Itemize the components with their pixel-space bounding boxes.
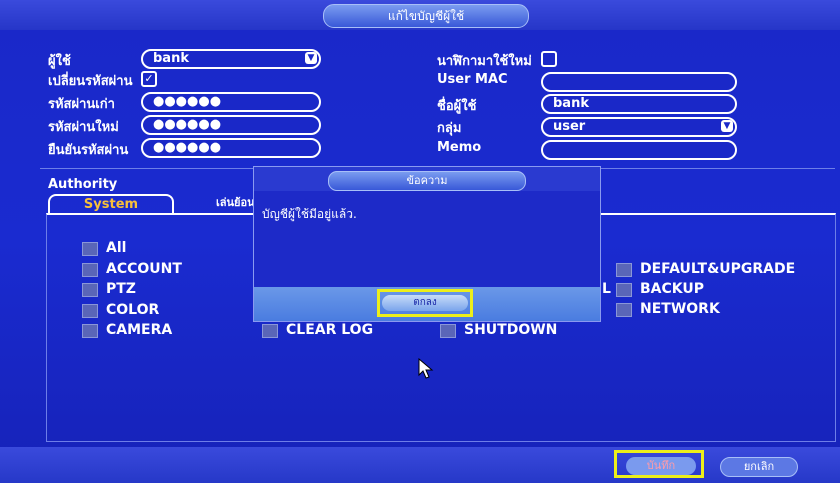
- group-label: กลุ่ม: [437, 121, 462, 136]
- reuse-checkbox[interactable]: [541, 51, 557, 67]
- memo-field[interactable]: [541, 140, 737, 160]
- user-select-value: bank: [153, 51, 189, 66]
- old-password-label: รหัสผ่านเก่า: [48, 97, 115, 112]
- tab-system[interactable]: System: [48, 194, 174, 214]
- user-mac-label: User MAC: [437, 72, 508, 87]
- authority-heading: Authority: [48, 177, 118, 192]
- message-dialog: ข้อความ บัญชีผู้ใช้มีอยู่แล้ว. ตกลง: [253, 166, 601, 322]
- new-password-label: รหัสผ่านใหม่: [48, 120, 119, 135]
- dialog-message: บัญชีผู้ใช้มีอยู่แล้ว.: [262, 207, 357, 221]
- chevron-down-icon: ▼: [305, 52, 317, 64]
- checkbox-icon: [616, 303, 632, 317]
- checkbox-icon: [440, 324, 456, 338]
- bottom-bar: [0, 447, 840, 483]
- checkbox-icon: [262, 324, 278, 338]
- checkbox-icon: [82, 283, 98, 297]
- chevron-down-icon: ▼: [721, 120, 733, 132]
- user-select[interactable]: bank ▼: [141, 49, 321, 69]
- change-password-label: เปลี่ยนรหัสผ่าน: [48, 74, 133, 89]
- dialog-title: ข้อความ: [328, 171, 526, 191]
- username-label: ชื่อผู้ใช้: [437, 99, 477, 114]
- new-password-field[interactable]: ●●●●●●: [141, 115, 321, 135]
- checkbox-icon: [82, 263, 98, 277]
- checkbox-icon: [616, 263, 632, 277]
- perm-partial-label: L: [602, 281, 611, 297]
- change-password-checkbox[interactable]: ✓: [141, 71, 157, 87]
- old-password-field[interactable]: ●●●●●●: [141, 92, 321, 112]
- tab-playback[interactable]: เล่นย้อน: [216, 194, 256, 212]
- checkbox-icon: [82, 324, 98, 338]
- checkbox-icon: [82, 242, 98, 256]
- group-select-value: user: [553, 119, 586, 134]
- ok-highlight: [377, 289, 473, 317]
- confirm-password-label: ยืนยันรหัสผ่าน: [48, 143, 129, 158]
- user-mac-field[interactable]: [541, 72, 737, 92]
- user-label: ผู้ใช้: [48, 54, 71, 69]
- group-select[interactable]: user ▼: [541, 117, 737, 137]
- cancel-button[interactable]: ยกเลิก: [720, 457, 798, 477]
- confirm-password-field[interactable]: ●●●●●●: [141, 138, 321, 158]
- dialog-header: ข้อความ: [254, 167, 600, 191]
- window-title: แก้ไขบัญชีผู้ใช้: [323, 4, 529, 28]
- title-bar: แก้ไขบัญชีผู้ใช้: [0, 0, 840, 30]
- save-highlight: [614, 450, 704, 478]
- dialog-footer: ตกลง: [254, 287, 600, 321]
- checkbox-icon: [616, 283, 632, 297]
- memo-label: Memo: [437, 140, 482, 155]
- checkbox-icon: [82, 304, 98, 318]
- mouse-cursor-icon: [418, 358, 434, 379]
- reuse-label: นาฬิกามาใช้ใหม่: [437, 54, 532, 69]
- username-field[interactable]: bank: [541, 94, 737, 114]
- screen: แก้ไขบัญชีผู้ใช้ ผู้ใช้ bank ▼ เปลี่ยนรห…: [0, 0, 840, 483]
